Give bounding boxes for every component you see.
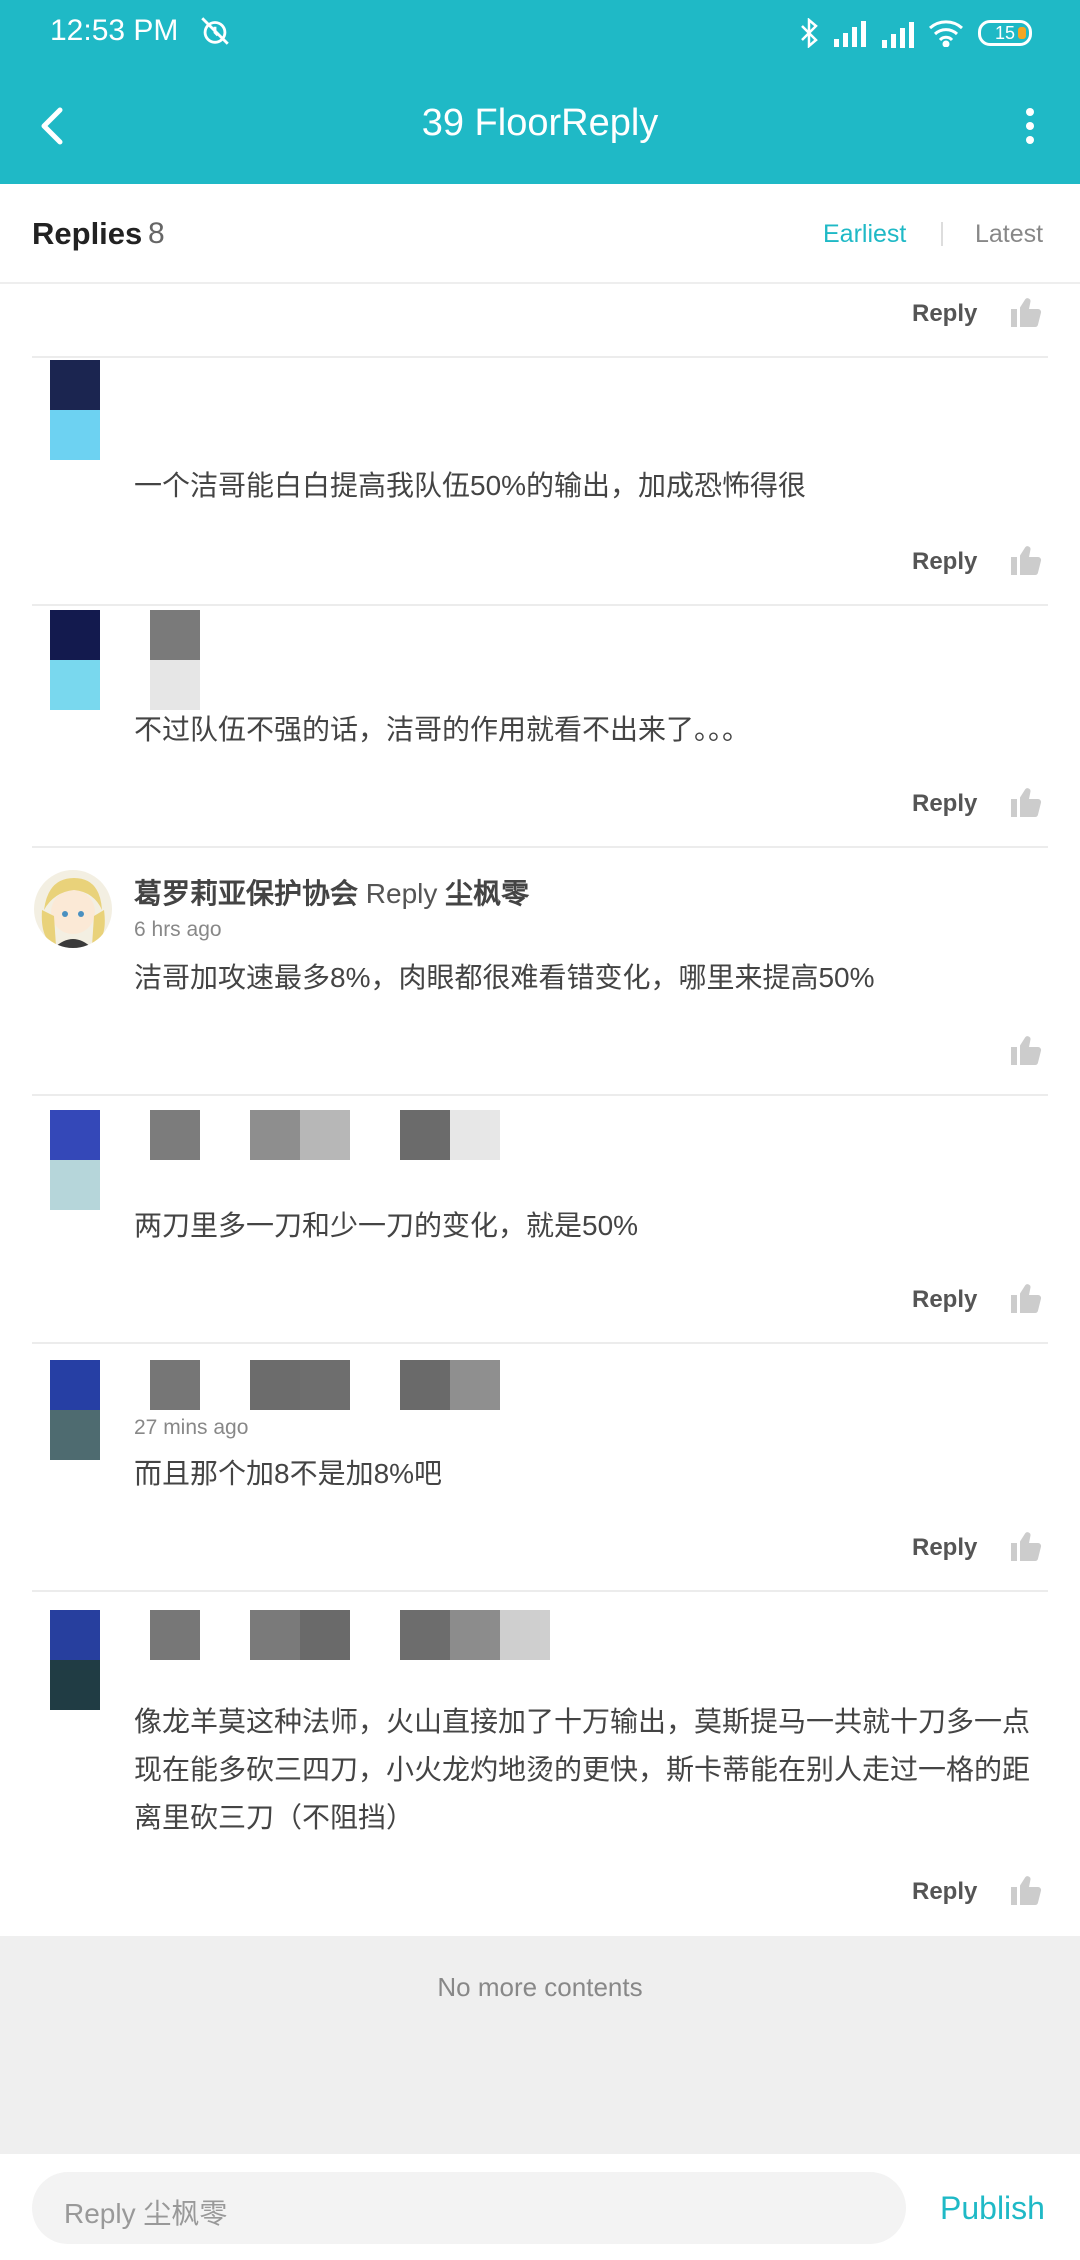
reply-button[interactable]: Reply xyxy=(912,548,977,576)
reply-button[interactable]: Reply xyxy=(912,1286,977,1314)
comment-time: 6 hrs ago xyxy=(134,918,222,941)
comment-text: 洁哥加攻速最多8%，肉眼都很难看错变化，哪里来提高50% xyxy=(134,962,875,993)
reply-input-placeholder[interactable]: Reply 尘枫零 xyxy=(64,2192,227,2232)
reply-button[interactable]: Reply xyxy=(912,1534,977,1562)
status-time: 12:53 PM xyxy=(50,14,179,47)
comment-divider xyxy=(32,1094,1048,1096)
username-redacted xyxy=(150,1610,550,1660)
reply-button[interactable]: Reply xyxy=(912,1878,977,1906)
anime-avatar-icon xyxy=(34,870,112,948)
like-thumb-icon[interactable] xyxy=(1008,542,1044,578)
avatar[interactable] xyxy=(50,610,100,710)
page-title: 39 FloorReply xyxy=(421,102,659,144)
bluetooth-icon xyxy=(801,18,818,48)
username-redacted xyxy=(150,1360,500,1410)
comment-author: 葛罗莉亚保护协会 Reply 尘枫零 xyxy=(134,872,529,912)
battery-level: 15 xyxy=(994,23,1016,43)
signal-icon xyxy=(834,21,866,47)
comment-divider xyxy=(32,1342,1048,1344)
reply-button[interactable]: Reply xyxy=(912,300,977,328)
sort-earliest-tab[interactable]: Earliest xyxy=(823,220,906,249)
reply-word: Reply xyxy=(365,878,438,909)
like-thumb-icon[interactable] xyxy=(1008,1280,1044,1316)
avatar[interactable] xyxy=(50,360,100,460)
like-thumb-icon[interactable] xyxy=(1008,784,1044,820)
sort-divider xyxy=(941,222,943,246)
replies-count: 8 xyxy=(148,217,165,250)
alarm-muted-icon xyxy=(201,17,229,45)
avatar[interactable] xyxy=(34,870,112,948)
reply-input-bar: Reply 尘枫零 Publish xyxy=(0,2154,1080,2260)
comment-time: 27 mins ago xyxy=(134,1416,249,1439)
comment-text: 而且那个加8不是加8%吧 xyxy=(134,1458,443,1489)
username-redacted xyxy=(150,1110,500,1160)
avatar[interactable] xyxy=(50,1110,100,1210)
replies-label: Replies xyxy=(32,216,143,251)
battery-icon: 15 xyxy=(978,20,1032,46)
wifi-icon xyxy=(929,20,963,47)
comment-text: 一个洁哥能白白提高我队伍50%的输出，加成恐怖得很 xyxy=(134,470,807,501)
comment-divider xyxy=(32,604,1048,606)
avatar[interactable] xyxy=(50,1610,100,1710)
sort-bar: Replies 8 Earliest Latest xyxy=(0,184,1080,284)
comment-divider xyxy=(32,1590,1048,1592)
username-redacted xyxy=(150,610,200,660)
comment-divider xyxy=(32,356,1048,358)
comment-text: 两刀里多一刀和少一刀的变化，就是50% xyxy=(134,1210,639,1241)
comment-text: 不过队伍不强的话，洁哥的作用就看不出来了。。。 xyxy=(134,714,751,745)
publish-button[interactable]: Publish xyxy=(940,2190,1045,2227)
no-more-contents: No more contents xyxy=(437,1972,643,2002)
comment-text: 像龙羊莫这种法师，火山直接加了十万输出，莫斯提马一共就十刀多一点现在能多砍三四刀… xyxy=(134,1706,1031,1833)
status-bar: 12:53 PM 15 xyxy=(0,0,1080,68)
reply-button[interactable]: Reply xyxy=(912,790,977,818)
avatar[interactable] xyxy=(50,1360,100,1460)
signal-hd-icon xyxy=(882,22,914,48)
app-bar: 39 FloorReply xyxy=(0,68,1080,184)
like-thumb-icon[interactable] xyxy=(1008,294,1044,330)
status-icons: 15 xyxy=(798,16,1032,50)
list-end-area: No more contents xyxy=(0,1936,1080,2154)
time-redacted xyxy=(150,660,200,710)
comment-divider xyxy=(32,846,1048,848)
author-name[interactable]: 葛罗莉亚保护协会 xyxy=(134,878,358,909)
sort-latest-tab[interactable]: Latest xyxy=(975,220,1043,249)
reply-target-name[interactable]: 尘枫零 xyxy=(445,878,529,909)
like-thumb-icon[interactable] xyxy=(1008,1032,1044,1068)
like-thumb-icon[interactable] xyxy=(1008,1872,1044,1908)
like-thumb-icon[interactable] xyxy=(1008,1528,1044,1564)
more-vertical-icon[interactable] xyxy=(1010,102,1050,150)
